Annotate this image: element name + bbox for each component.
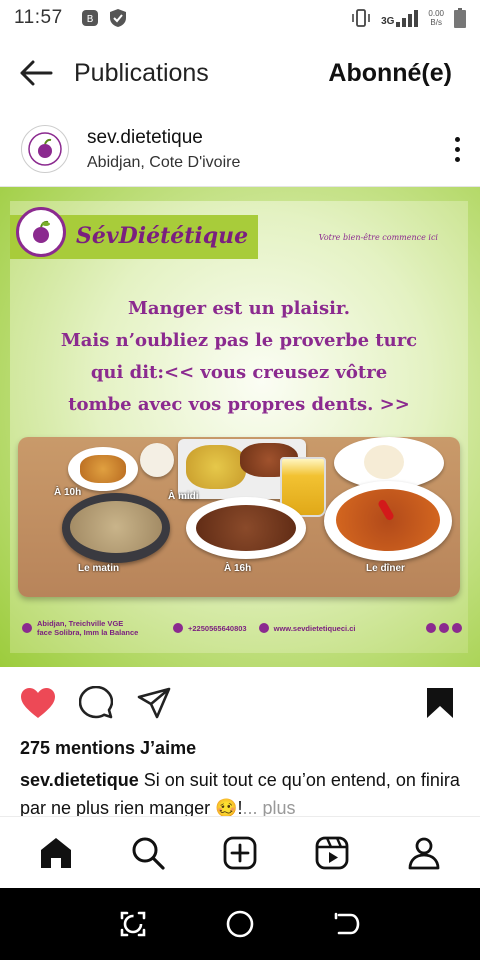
heart-icon	[21, 688, 55, 718]
phone-number: +2250565640803	[188, 623, 247, 633]
comment-icon	[79, 686, 113, 719]
food-tray: À 10h À midi Le matin À 16h Le dîner	[18, 437, 460, 597]
author-text: sev.dietetique Abidjan, Cote D'ivoire	[87, 127, 240, 172]
address-line: face Solibra, Imm la Balance	[37, 628, 139, 637]
post-image[interactable]: SévDiététique Votre bien-être commence i…	[0, 187, 480, 667]
nav-reels[interactable]	[308, 829, 356, 877]
meal-label: Le matin	[78, 563, 120, 574]
top-header: Publications Abonné(e)	[0, 44, 480, 102]
brand-logo-icon	[28, 132, 62, 166]
porridge-bowl	[62, 493, 170, 563]
comment-button[interactable]	[76, 683, 116, 723]
profile-icon	[408, 837, 440, 869]
headline-line: Manger est un plaisir.	[127, 298, 351, 319]
likes-count[interactable]: 275 mentions J’aime	[20, 738, 196, 759]
nav-search[interactable]	[124, 829, 172, 877]
avatar[interactable]	[21, 125, 69, 173]
vibrate-icon	[352, 9, 370, 27]
save-button[interactable]	[420, 683, 460, 723]
shield-icon	[109, 9, 126, 27]
post-caption: sev.dietetique Si on suit tout ce qu’on …	[20, 766, 466, 816]
reels-icon	[315, 836, 349, 869]
nav-home[interactable]	[32, 829, 80, 877]
headline-quote: Manger est un plaisir. Mais n’oubliez pa…	[10, 293, 468, 421]
back-curve-icon	[334, 912, 359, 935]
headline-line: qui dit:<< vous creusez vôtre	[90, 362, 388, 383]
speed-value: 0.00	[428, 9, 444, 18]
snack-plate	[68, 447, 138, 491]
signal-icon	[396, 10, 419, 27]
headline-line: tombe avec vos propres dents. >>	[68, 394, 410, 415]
meal-label: À 16h	[224, 563, 252, 574]
website: www.sevdietetiqueci.ci	[273, 623, 356, 633]
instagram-icon	[452, 623, 462, 633]
meal-label: Le dîner	[366, 563, 405, 574]
post-author-row: sev.dietetique Abidjan, Cote D'ivoire	[0, 118, 480, 180]
more-options-button[interactable]	[450, 136, 464, 162]
more-dot	[454, 156, 460, 162]
app-notification-icon: B	[81, 10, 98, 26]
phone-icon	[173, 623, 183, 633]
address: Abidjan, Treichville VGE face Solibra, I…	[37, 619, 167, 637]
status-bar: 11:57 B 3G 0.00 B/s	[0, 0, 480, 36]
battery-icon	[454, 8, 466, 28]
data-speed: 0.00 B/s	[428, 9, 444, 27]
social-icons	[426, 623, 462, 633]
network-indicator: 3G	[381, 9, 419, 27]
bottom-nav	[0, 816, 480, 888]
follow-button[interactable]: Abonné(e)	[328, 59, 452, 88]
contact-info: Abidjan, Treichville VGE face Solibra, I…	[22, 619, 462, 637]
facebook-icon	[426, 623, 436, 633]
location-pin-icon	[22, 623, 32, 633]
brand-logo	[16, 207, 66, 257]
author-username[interactable]: sev.dietetique	[87, 127, 240, 149]
grape-icon	[33, 220, 50, 243]
nav-profile[interactable]	[400, 829, 448, 877]
more-dot	[454, 136, 460, 142]
post-location[interactable]: Abidjan, Cote D'ivoire	[87, 154, 240, 172]
back-button[interactable]	[16, 53, 56, 93]
system-recents-button[interactable]	[113, 904, 153, 944]
system-home-button[interactable]	[220, 904, 260, 944]
send-icon	[137, 687, 171, 719]
svg-text:B: B	[86, 14, 93, 25]
home-icon	[41, 837, 71, 868]
caption-username[interactable]: sev.dietetique	[20, 770, 139, 790]
sauce-bowl	[140, 443, 174, 477]
status-left-icons: B	[81, 8, 127, 28]
recents-icon	[121, 911, 146, 937]
meal-label: À midi	[168, 491, 199, 502]
whatsapp-icon	[439, 623, 449, 633]
search-icon	[132, 837, 165, 870]
brand-name: SévDiététique	[76, 223, 249, 249]
address-line: Abidjan, Treichville VGE	[37, 619, 124, 628]
home-circle-icon	[226, 910, 254, 938]
peanuts-plate	[186, 497, 306, 559]
network-type: 3G	[381, 16, 395, 27]
page-title: Publications	[74, 58, 209, 87]
arrow-left-icon	[20, 60, 53, 86]
more-dot	[454, 146, 460, 152]
post-actions	[0, 683, 480, 723]
bookmark-icon	[427, 688, 453, 718]
caption-more-link[interactable]: ... plus	[243, 798, 296, 816]
system-back-button[interactable]	[327, 904, 367, 944]
globe-icon	[258, 623, 269, 633]
status-right-icons: 3G 0.00 B/s	[351, 8, 466, 28]
dinner-bowl	[324, 481, 452, 561]
system-nav-bar	[0, 888, 480, 960]
meal-label: À 10h	[54, 487, 82, 498]
speed-unit: B/s	[430, 18, 442, 27]
like-button[interactable]	[18, 683, 58, 723]
nav-create[interactable]	[216, 829, 264, 877]
promo-graphic: SévDiététique Votre bien-être commence i…	[10, 201, 468, 653]
headline-line: Mais n’oubliez pas le proverbe turc	[60, 330, 418, 351]
status-time: 11:57	[14, 7, 63, 28]
brand-tagline: Votre bien-être commence ici	[318, 233, 438, 242]
share-button[interactable]	[134, 683, 174, 723]
plus-square-icon	[223, 836, 257, 869]
